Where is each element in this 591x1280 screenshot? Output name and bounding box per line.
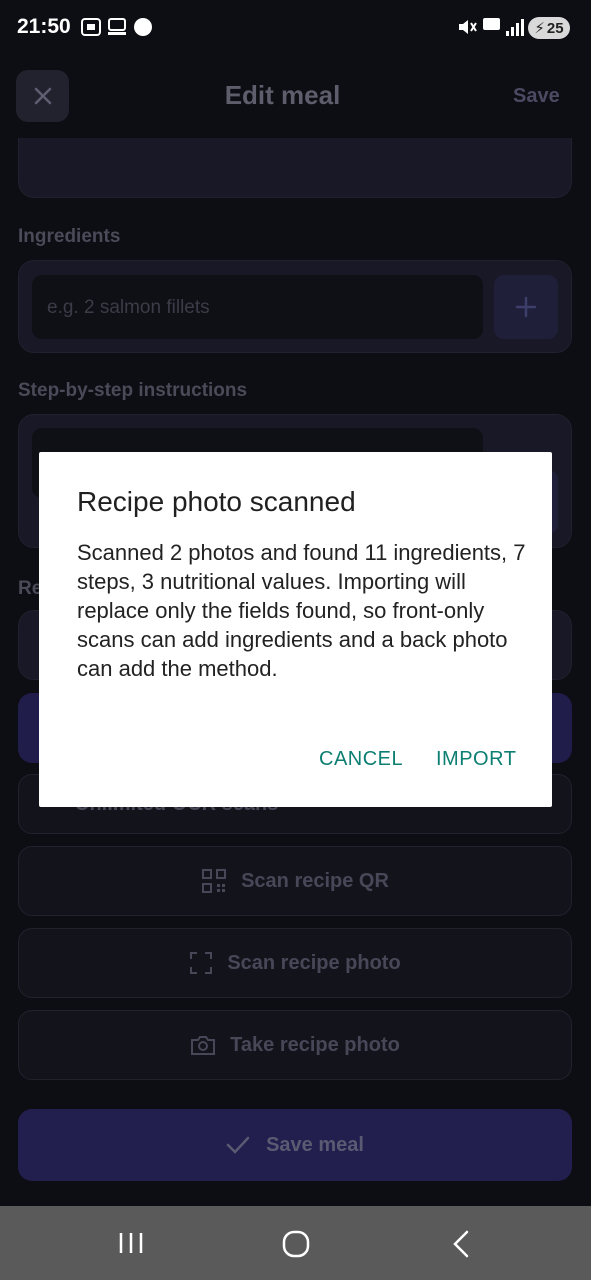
qr-code-icon: [202, 869, 227, 893]
add-ingredient-button[interactable]: [494, 275, 558, 339]
ingredient-placeholder: e.g. 2 salmon fillets: [47, 297, 210, 318]
camera-icon: [191, 1036, 216, 1055]
wear-icon: [134, 18, 152, 36]
signal-icon: [483, 18, 524, 36]
notes-field[interactable]: [18, 138, 572, 198]
save-meal-label: Save meal: [266, 1133, 364, 1156]
take-recipe-photo-button[interactable]: Take recipe photo: [18, 1010, 572, 1080]
recent-apps-icon[interactable]: [118, 1232, 144, 1254]
scan-recipe-qr-label: Scan recipe QR: [241, 869, 389, 892]
import-button[interactable]: IMPORT: [436, 748, 516, 771]
scan-recipe-photo-button[interactable]: Scan recipe photo: [18, 928, 572, 998]
navigation-bar: [0, 1206, 591, 1280]
ingredients-label: Ingredients: [18, 226, 121, 247]
scan-recipe-photo-label: Scan recipe photo: [227, 951, 401, 974]
take-recipe-photo-label: Take recipe photo: [230, 1033, 400, 1056]
close-button[interactable]: [16, 70, 69, 122]
instructions-label: Step-by-step instructions: [18, 380, 248, 401]
status-time: 21:50: [17, 15, 71, 38]
battery-level: 25: [546, 19, 564, 37]
bolt-icon: ⚡: [534, 20, 545, 37]
ingredient-input[interactable]: e.g. 2 salmon fillets: [32, 275, 483, 339]
recipe-scanned-dialog: Recipe photo scanned Scanned 2 photos an…: [39, 452, 552, 807]
close-icon: [34, 87, 51, 105]
status-bar: 21:50 ⚡ 25: [0, 0, 591, 56]
screenshot-icon: [81, 18, 101, 36]
checkmark-icon: [226, 1136, 250, 1154]
desktop-icon: [108, 18, 126, 35]
dialog-title: Recipe photo scanned: [77, 486, 356, 517]
page-title: Edit meal: [224, 80, 341, 110]
battery-indicator: ⚡ 25: [528, 17, 570, 39]
back-icon[interactable]: [451, 1230, 471, 1258]
save-meal-button[interactable]: Save meal: [18, 1109, 572, 1181]
scan-recipe-qr-button[interactable]: Scan recipe QR: [18, 846, 572, 916]
header-save-button[interactable]: Save: [513, 85, 560, 108]
dialog-message: Scanned 2 photos and found 11 ingredient…: [77, 540, 526, 681]
home-icon[interactable]: [282, 1230, 310, 1258]
mute-icon: [459, 20, 477, 34]
plus-icon: [515, 296, 537, 318]
scan-frame-icon: [190, 952, 213, 974]
cancel-button[interactable]: CANCEL: [319, 748, 403, 771]
